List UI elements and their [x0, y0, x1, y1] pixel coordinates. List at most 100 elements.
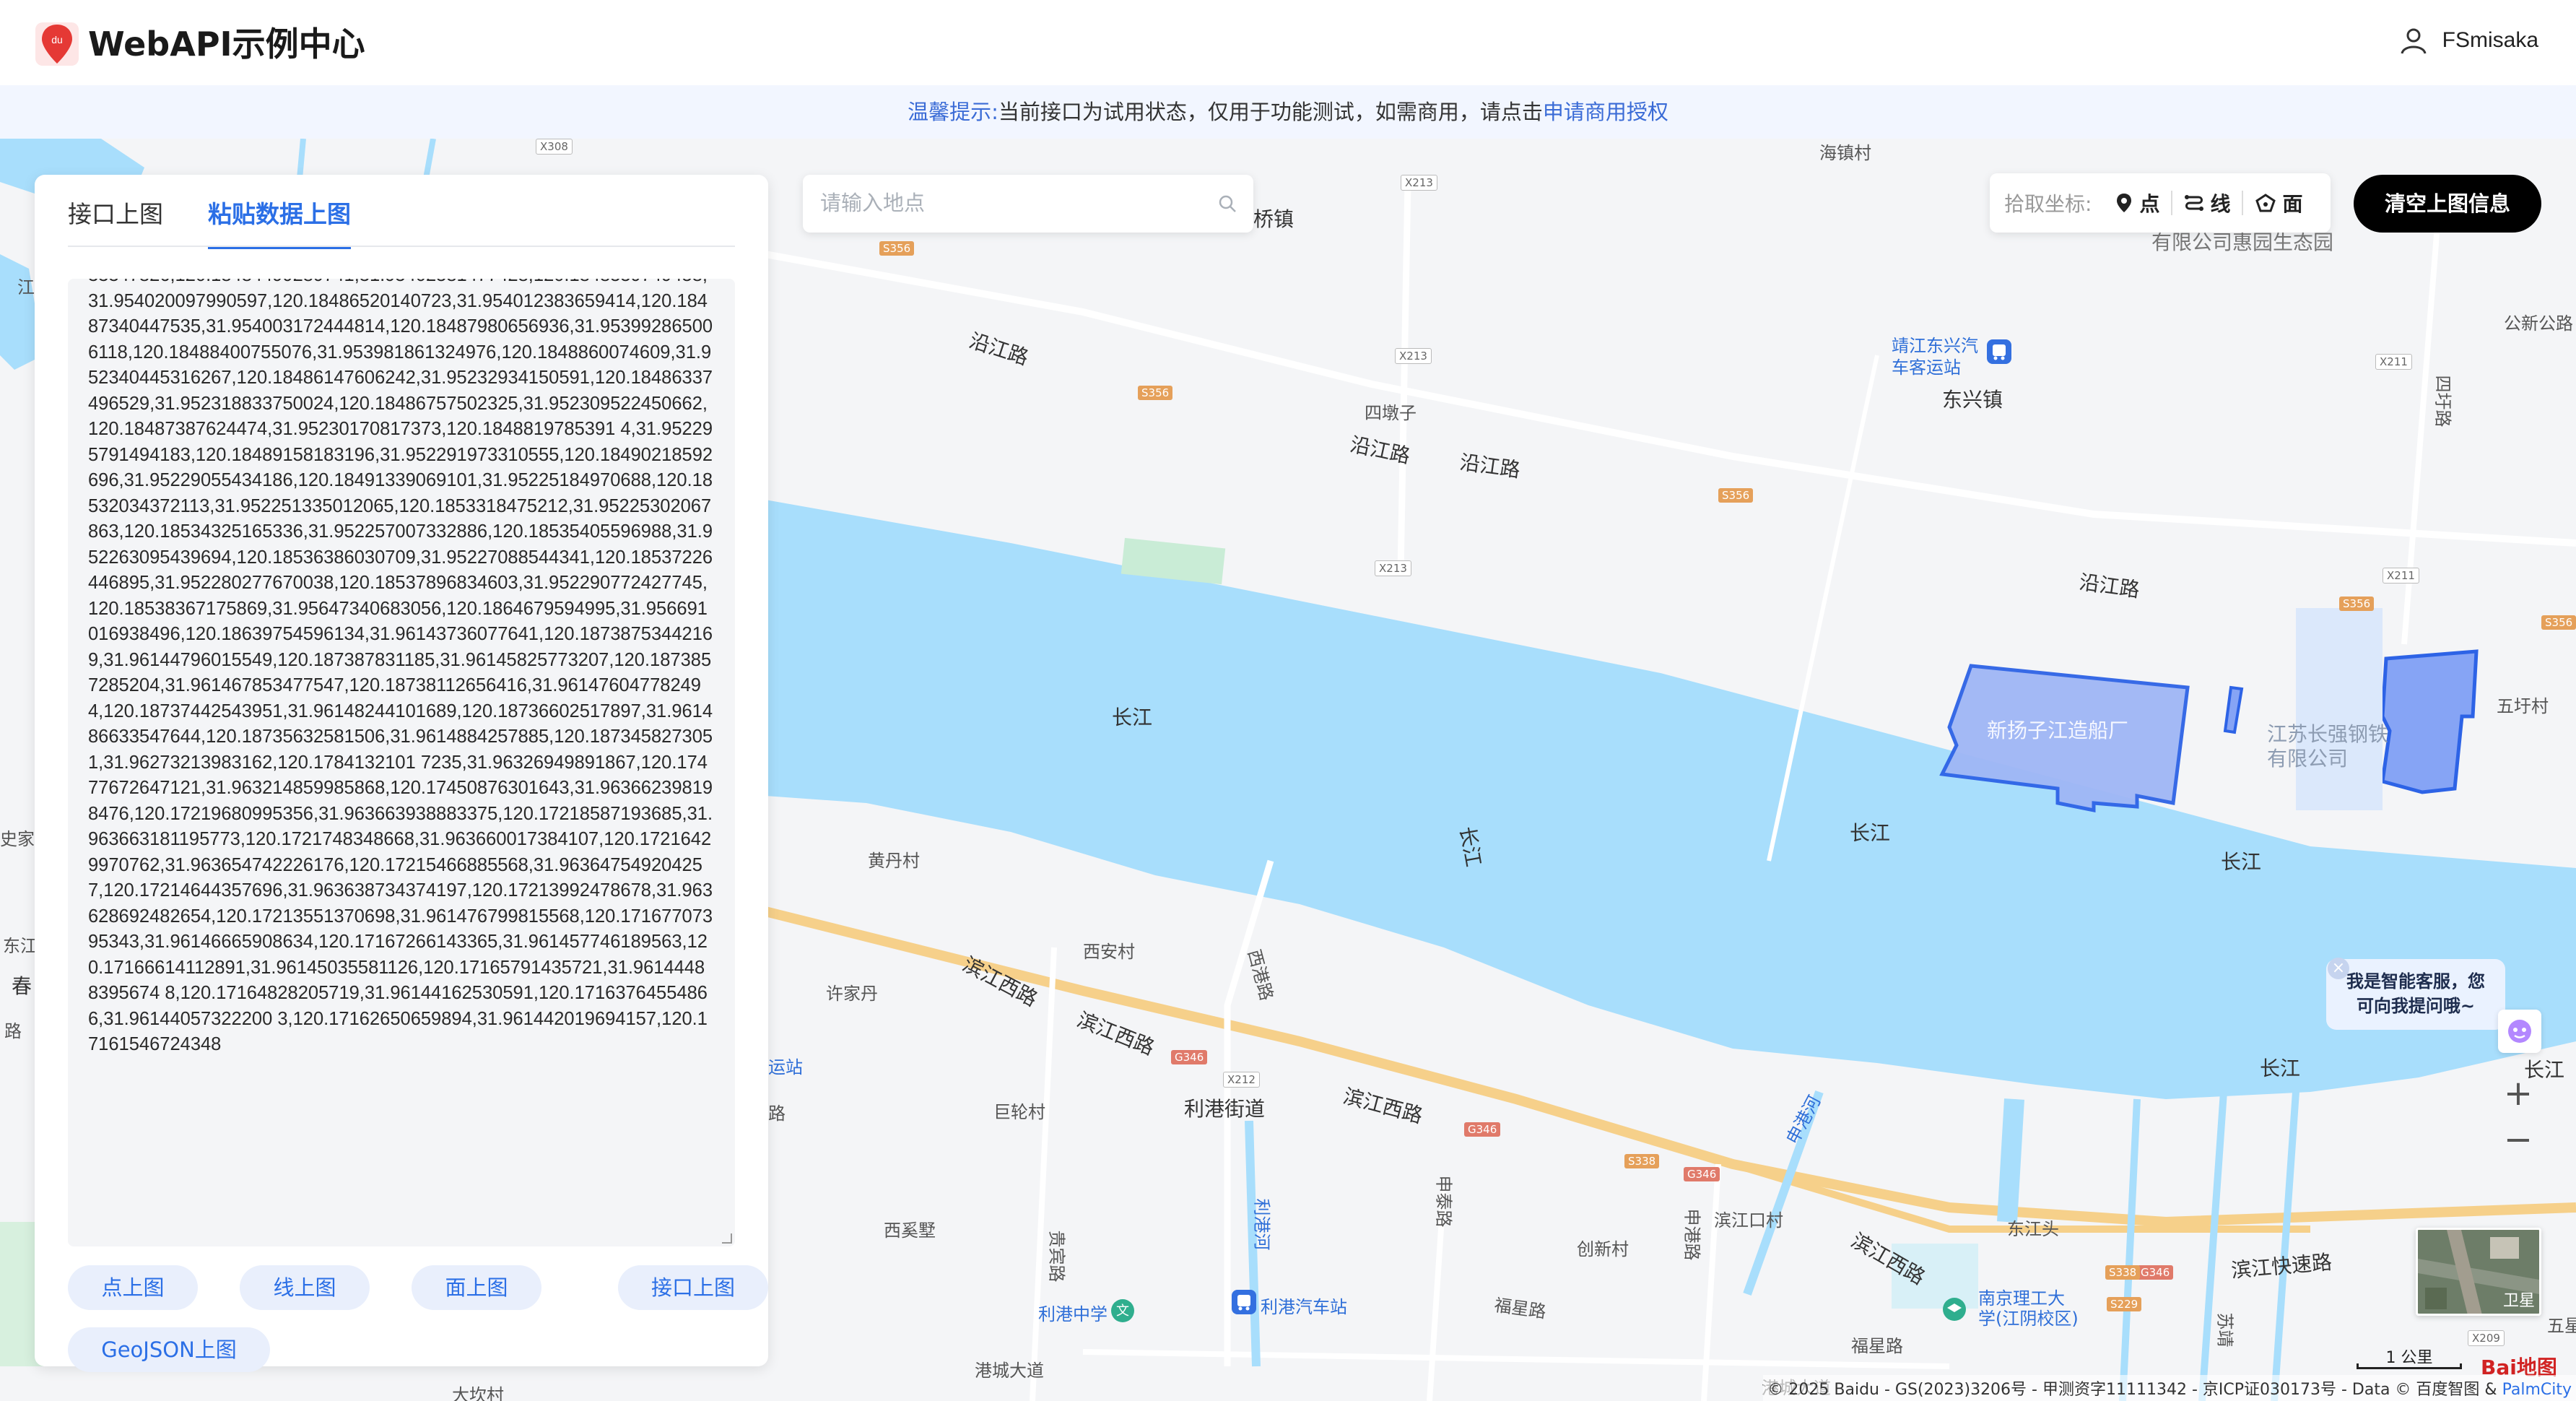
map-label-sixu: 四圩路 [2432, 375, 2453, 428]
place-search-box [803, 175, 1253, 233]
user-icon [2401, 28, 2427, 54]
road-shield-x213-b: X213 [1395, 348, 1432, 364]
road-shield-s229: S229 [2107, 1297, 2142, 1311]
app-logo-icon: du [35, 22, 79, 66]
map-label-shijia: 史家 [0, 829, 35, 849]
resize-handle[interactable] [722, 1233, 732, 1244]
panel-tabs: 接口上图 粘贴数据上图 [68, 195, 351, 249]
road-shield-s356-e: S356 [2541, 615, 2576, 630]
map-label-dongjiang: 东江 [3, 936, 38, 956]
road-shield-s356-a: S356 [879, 241, 915, 256]
zoom-in-button[interactable]: + [2495, 1072, 2541, 1118]
username: FSmisaka [2442, 28, 2538, 52]
route-icon [2185, 195, 2204, 211]
map-label-gangcheng-1: 港城大道 [975, 1361, 1044, 1381]
map-label-xixiwa: 西奚墅 [884, 1220, 936, 1241]
map-label-river-3: 长江 [2221, 850, 2262, 874]
polygon-icon [2255, 194, 2276, 212]
road-shield-x209: X209 [2468, 1330, 2505, 1346]
map-label-shentai: 申泰路 [1433, 1175, 1454, 1228]
road-shield-g346-a: G346 [1171, 1050, 1208, 1064]
search-icon[interactable] [1217, 194, 1237, 214]
user-menu[interactable]: FSmisaka [2398, 25, 2538, 56]
school-icon[interactable]: 文 [1110, 1298, 1135, 1323]
road-shield-x212: X212 [1223, 1072, 1260, 1088]
top-header: du WebAPI示例中心 FSmisaka [0, 0, 2576, 85]
map-label-yunzhan: 运站 [768, 1057, 803, 1077]
polygon-upload-button[interactable]: 面上图 [412, 1265, 541, 1310]
university-icon[interactable] [1942, 1297, 1967, 1322]
road-shield-g346-b: G346 [1464, 1122, 1501, 1137]
map-label-steel: 江苏长强钢铁有限公司 [2267, 722, 2389, 771]
map-label-dongjiangtou: 东江头 [2007, 1219, 2059, 1239]
bus-station-icon[interactable] [1987, 339, 2011, 364]
pick-line-button[interactable]: 线 [2172, 188, 2242, 217]
map-copyright: © 2025 Baidu - GS(2023)3206号 - 甲测资字11111… [1763, 1375, 2576, 1401]
map-label-guibin: 贵宾路 [1046, 1230, 1067, 1283]
svg-text:文: 文 [1116, 1304, 1129, 1319]
pick-point-button[interactable]: 点 [2103, 188, 2171, 217]
map-scale: 1 公里 [2357, 1345, 2462, 1369]
map-label-ligang-middle: 利港中学 [1038, 1304, 1108, 1324]
pick-point-label: 点 [2139, 192, 2160, 216]
geojson-upload-button[interactable]: GeoJSON上图 [68, 1327, 270, 1372]
line-upload-button[interactable]: 线上图 [240, 1265, 370, 1310]
road-shield-g346-d: G346 [2137, 1265, 2174, 1280]
map-label-sidunzi: 四墩子 [1365, 403, 1417, 423]
point-upload-button[interactable]: 点上图 [68, 1265, 198, 1310]
road-shield-s338-a: S338 [1624, 1154, 1660, 1168]
apply-license-link[interactable]: 申请商用授权 [1543, 100, 1668, 124]
coordinate-picker-toolbar: 拾取坐标: 点 线 面 [1990, 173, 2331, 233]
map-label-qiaozhen: 桥镇 [1253, 207, 1294, 231]
assistant-close-button[interactable]: × [2328, 958, 2349, 979]
copyright-text: © 2025 Baidu - GS(2023)3206号 - 甲测资字11111… [1767, 1381, 2502, 1399]
road-shield-x211-b: X211 [2383, 568, 2419, 584]
road-shield-s356-c: S356 [1718, 488, 1754, 503]
tab-paste-upload[interactable]: 粘贴数据上图 [208, 195, 351, 249]
map-label-haizhen: 海镇村 [1819, 143, 1871, 163]
clear-map-button[interactable]: 清空上图信息 [2354, 175, 2541, 233]
chatbot-icon[interactable] [2498, 1010, 2541, 1053]
pick-polygon-button[interactable]: 面 [2243, 188, 2314, 217]
assistant-line-2: 可向我提问哦~ [2356, 996, 2476, 1016]
tabs-divider [68, 246, 735, 247]
api-upload-button[interactable]: 接口上图 [618, 1265, 768, 1310]
tab-api-upload[interactable]: 接口上图 [68, 195, 163, 249]
satellite-label: 卫星 [2502, 1292, 2535, 1310]
road-shield-x211-a: X211 [2375, 354, 2412, 370]
coordinate-data-textarea[interactable]: 33347826,120.18484499289741,31.954025814… [68, 279, 735, 1246]
notice-label: 温馨提示: [908, 100, 998, 124]
map-label-ligang-he: 利港河 [1251, 1198, 1272, 1251]
map-label-river-1: 长江 [1112, 706, 1153, 729]
road-shield-s356-d: S356 [2339, 597, 2375, 611]
map-label-xian: 西安村 [1083, 942, 1135, 962]
map-label-ligang-street: 利港街道 [1184, 1097, 1266, 1121]
map-label-shengang-road: 申港路 [1681, 1208, 1702, 1261]
search-input[interactable] [820, 175, 1210, 233]
road-shield-s338-b: S338 [2105, 1265, 2141, 1280]
satellite-toggle[interactable]: 卫星 [2416, 1228, 2541, 1316]
map-label-river-2: 长江 [1850, 821, 1891, 845]
zoom-out-button[interactable]: − [2495, 1118, 2541, 1164]
palmcity-link[interactable]: PalmCity [2502, 1381, 2572, 1399]
logo-badge-text: du [51, 34, 63, 45]
coordinate-picker-label: 拾取坐标: [2004, 192, 2092, 216]
map-label-lu-left-2: 路 [768, 1103, 786, 1124]
map-label-binjiangkou: 滨江口村 [1714, 1210, 1783, 1231]
assistant-line-1: 我是智能客服，您 [2346, 971, 2485, 992]
bus-terminal-icon[interactable] [1232, 1290, 1256, 1314]
map-label-ligang-bus: 利港汽车站 [1261, 1297, 1347, 1317]
road-shield-x213-c: X213 [1375, 560, 1411, 576]
map-label-wuxing: 五星 [2547, 1316, 2576, 1336]
upload-panel: 接口上图 粘贴数据上图 33347826,120.18484499289741,… [35, 175, 768, 1372]
map-label-njust: 南京理工大学(江阴校区) [1978, 1288, 2079, 1329]
map-label-river-4: 长江 [2260, 1057, 2301, 1080]
scale-bar [2357, 1363, 2462, 1369]
assistant-bubble[interactable]: 我是智能客服，您 可向我提问哦~ [2326, 959, 2505, 1030]
map-label-dongxing: 东兴镇 [1942, 388, 2003, 412]
app-title: WebAPI示例中心 [88, 25, 365, 64]
pick-polygon-label: 面 [2282, 192, 2303, 216]
notice-bar: 温馨提示:当前接口为试用状态，仅用于功能测试，如需商用，请点击申请商用授权 [0, 85, 2576, 139]
map-label-dakan: 大坎村 [452, 1385, 504, 1401]
road-shield-s356-b: S356 [1138, 386, 1173, 400]
